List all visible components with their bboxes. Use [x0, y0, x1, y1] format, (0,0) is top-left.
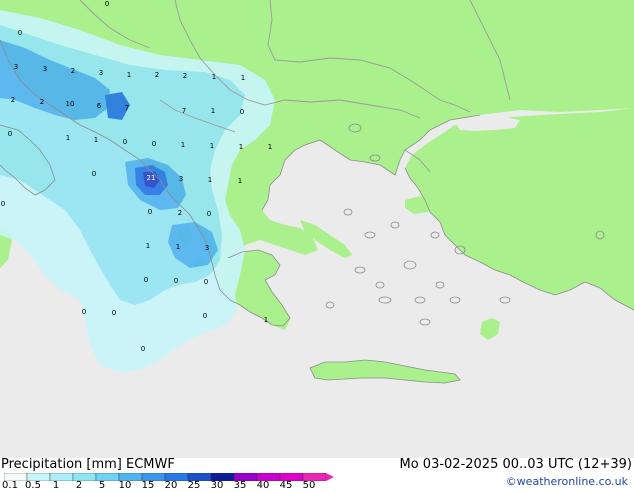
point-value: 3: [179, 175, 183, 183]
point-value: 0: [141, 345, 145, 353]
point-value: 7: [125, 104, 129, 112]
point-value: 1: [146, 242, 150, 250]
weather-map: 0 0 3 3 2 3 1 2 2 1 1 2 2 10 6 7 7 1 0 0…: [0, 0, 634, 458]
point-value: 21: [147, 174, 156, 182]
point-value: 1: [208, 176, 212, 184]
point-value: 0: [148, 208, 152, 216]
point-value: 3: [99, 69, 103, 77]
point-value: 0: [123, 138, 127, 146]
point-value: 3: [205, 244, 209, 252]
point-value: 1: [238, 177, 242, 185]
point-value: 1: [181, 141, 185, 149]
map-footer: Precipitation [mm] ECMWF Mo 03-02-2025 0…: [0, 457, 634, 492]
point-value: 10: [66, 100, 75, 108]
point-value: 2: [183, 72, 187, 80]
point-value: 0: [92, 170, 96, 178]
point-value: 1: [268, 143, 272, 151]
point-value: 0: [204, 278, 208, 286]
point-value: 0: [174, 277, 178, 285]
point-value: 0: [144, 276, 148, 284]
point-value: 0: [1, 200, 5, 208]
point-value: 0: [8, 130, 12, 138]
legend-title: Precipitation [mm] ECMWF: [1, 457, 175, 472]
credit-link[interactable]: ©weatheronline.co.uk: [506, 475, 628, 489]
point-value: 0: [82, 308, 86, 316]
point-value: 0: [18, 29, 22, 37]
point-value: 1: [211, 107, 215, 115]
point-value: 1: [239, 143, 243, 151]
point-value: 0: [112, 309, 116, 317]
point-value: 2: [40, 98, 44, 106]
point-value: 1: [264, 316, 268, 324]
point-value: 1: [241, 74, 245, 82]
point-value: 0: [207, 210, 211, 218]
valid-time: Mo 03-02-2025 00..03 UTC (12+39): [399, 457, 633, 472]
point-value: 0: [152, 140, 156, 148]
point-value: 7: [182, 107, 186, 115]
point-value: 1: [94, 136, 98, 144]
point-value: 2: [71, 67, 75, 75]
point-value: 6: [97, 102, 102, 110]
point-value: 1: [127, 71, 131, 79]
point-value: 3: [43, 65, 47, 73]
point-value: 2: [11, 96, 15, 104]
point-value: 1: [66, 134, 70, 142]
point-value: 3: [14, 63, 18, 71]
point-value: 1: [210, 142, 214, 150]
point-value: 2: [178, 209, 182, 217]
point-value: 1: [176, 243, 180, 251]
point-value: 1: [212, 73, 216, 81]
point-value: 2: [155, 71, 159, 79]
point-value: 0: [203, 312, 207, 320]
point-value: 0: [240, 108, 244, 116]
colorbar-ticks: 0.1 0.5 1 2 5 10 15 20 25 30 35 40 45 50: [0, 480, 340, 492]
point-value: 0: [105, 0, 109, 8]
